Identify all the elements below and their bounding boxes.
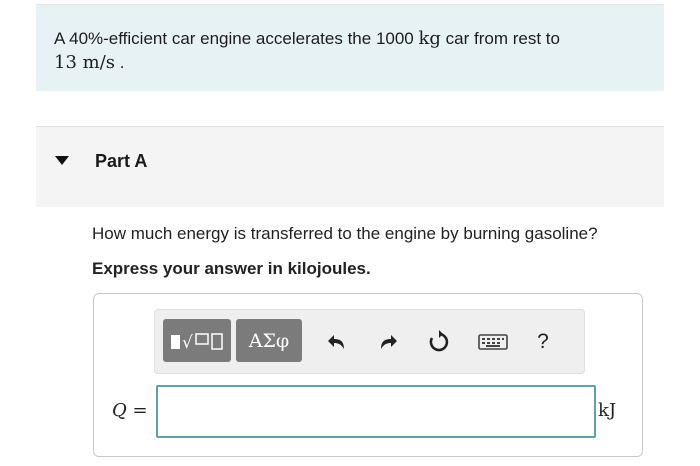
answer-instruction: Express your answer in kilojoules.: [92, 259, 371, 278]
templates-icon: √: [171, 333, 223, 353]
answer-input[interactable]: [156, 385, 596, 438]
variable-symbol: Q: [112, 400, 127, 421]
problem-statement-box: A 40%-efficient car engine accelerates t…: [36, 4, 664, 91]
problem-text-part: car from rest to: [440, 29, 560, 48]
keyboard-icon[interactable]: [475, 328, 511, 356]
help-icon[interactable]: ?: [529, 328, 557, 356]
templates-button[interactable]: √: [163, 319, 231, 362]
symbols-button[interactable]: ΑΣφ: [236, 319, 302, 362]
problem-statement: A 40%-efficient car engine accelerates t…: [54, 27, 560, 75]
reset-icon[interactable]: [425, 328, 453, 356]
question-text: How much energy is transferred to the en…: [92, 224, 598, 243]
answer-panel: √ ΑΣφ ? Q = kJ: [93, 293, 643, 457]
problem-speed-value: 13: [54, 52, 83, 73]
redo-icon[interactable]: [374, 328, 402, 356]
problem-text-part: A 40%-efficient car engine accelerates t…: [54, 29, 419, 48]
problem-text-part: .: [115, 53, 125, 72]
problem-unit-speed: m/s: [82, 52, 116, 73]
answer-variable-label: Q =: [112, 400, 148, 421]
problem-unit-mass: kg: [418, 28, 441, 49]
answer-unit: kJ: [598, 400, 617, 421]
equals-sign: =: [126, 400, 148, 421]
math-toolbar: √ ΑΣφ ?: [154, 309, 585, 374]
undo-icon[interactable]: [323, 328, 351, 356]
collapse-caret-icon[interactable]: [55, 156, 69, 165]
svg-text:√: √: [182, 333, 193, 353]
part-a-header[interactable]: Part A: [36, 126, 664, 207]
part-label: Part A: [95, 151, 148, 171]
